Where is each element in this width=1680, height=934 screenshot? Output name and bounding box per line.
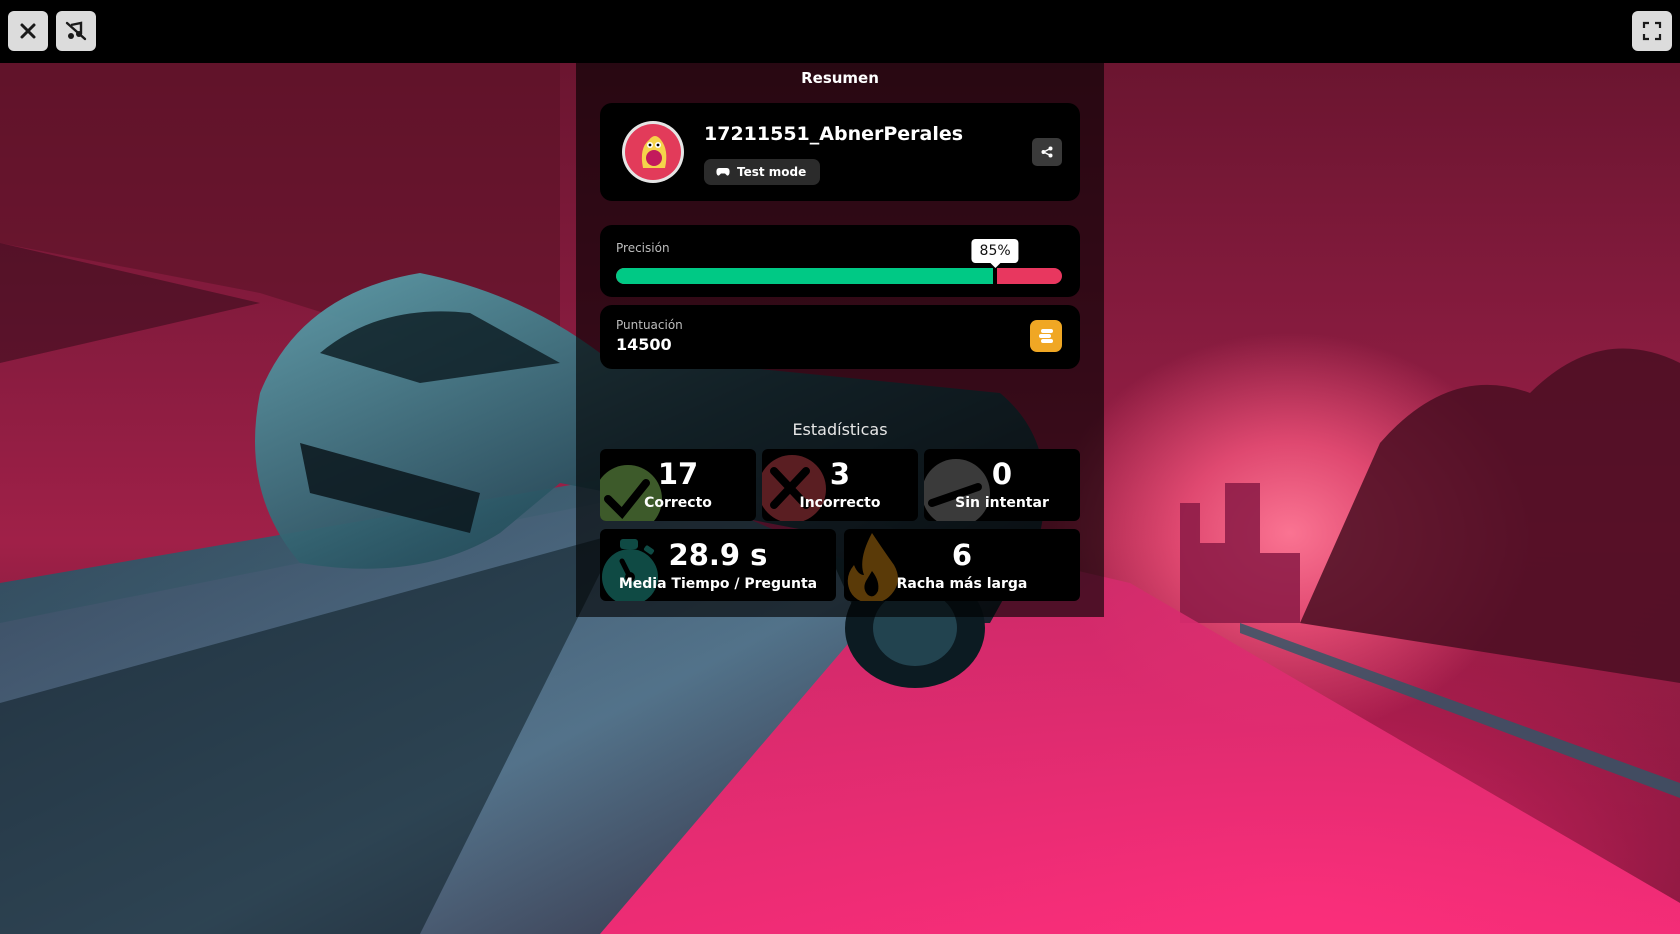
accuracy-tooltip: 85% (971, 239, 1019, 263)
stat-correct-value: 17 (657, 457, 699, 491)
stat-incorrect: 3 Incorrecto (762, 449, 918, 521)
avatar (622, 121, 684, 183)
stat-streak-label: Racha más larga (896, 576, 1028, 592)
fullscreen-button[interactable] (1632, 11, 1672, 51)
test-mode-label: Test mode (737, 165, 807, 179)
share-icon (1041, 146, 1053, 158)
stat-streak: 6 Racha más larga (844, 529, 1080, 601)
summary-panel: Resumen 17211551_AbnerPerales Test mode (576, 63, 1104, 617)
stat-avg-time-label: Media Tiempo / Pregunta (618, 576, 818, 592)
username: 17211551_AbnerPerales (704, 123, 964, 145)
score-value: 14500 (616, 335, 672, 354)
stat-streak-value: 6 (951, 538, 973, 572)
stat-correct: 17 Correcto (600, 449, 756, 521)
stat-incorrect-label: Incorrecto (799, 495, 881, 511)
fullscreen-icon (1642, 21, 1662, 41)
stat-skipped-value: 0 (991, 457, 1013, 491)
score-label: Puntuación (616, 318, 683, 332)
close-icon (20, 23, 36, 39)
coins-badge (1030, 320, 1062, 352)
user-card: 17211551_AbnerPerales Test mode (600, 103, 1080, 201)
stat-avg-time: 28.9 s Media Tiempo / Pregunta (600, 529, 836, 601)
music-off-icon (65, 21, 87, 41)
score-card: Puntuación 14500 (600, 305, 1080, 369)
stat-skipped: 0 Sin intentar (924, 449, 1080, 521)
share-button[interactable] (1032, 138, 1062, 166)
top-bar (0, 0, 1680, 63)
accuracy-label: Precisión (616, 241, 670, 255)
stat-avg-time-value: 28.9 s (668, 538, 768, 572)
accuracy-bar-marker (993, 265, 998, 287)
accuracy-bar-fill (616, 268, 996, 284)
stat-incorrect-value: 3 (829, 457, 851, 491)
coins-icon (1039, 329, 1053, 343)
stat-correct-label: Correcto (644, 495, 712, 511)
avatar-monster-icon (641, 136, 667, 168)
stats-title: Estadísticas (792, 420, 888, 439)
gamepad-icon (716, 168, 730, 176)
accuracy-card: Precisión 85% (600, 225, 1080, 297)
music-toggle-button[interactable] (56, 11, 96, 51)
stat-skipped-label: Sin intentar (955, 495, 1049, 511)
panel-title: Resumen (801, 69, 879, 87)
test-mode-badge: Test mode (704, 159, 821, 185)
close-button[interactable] (8, 11, 48, 51)
